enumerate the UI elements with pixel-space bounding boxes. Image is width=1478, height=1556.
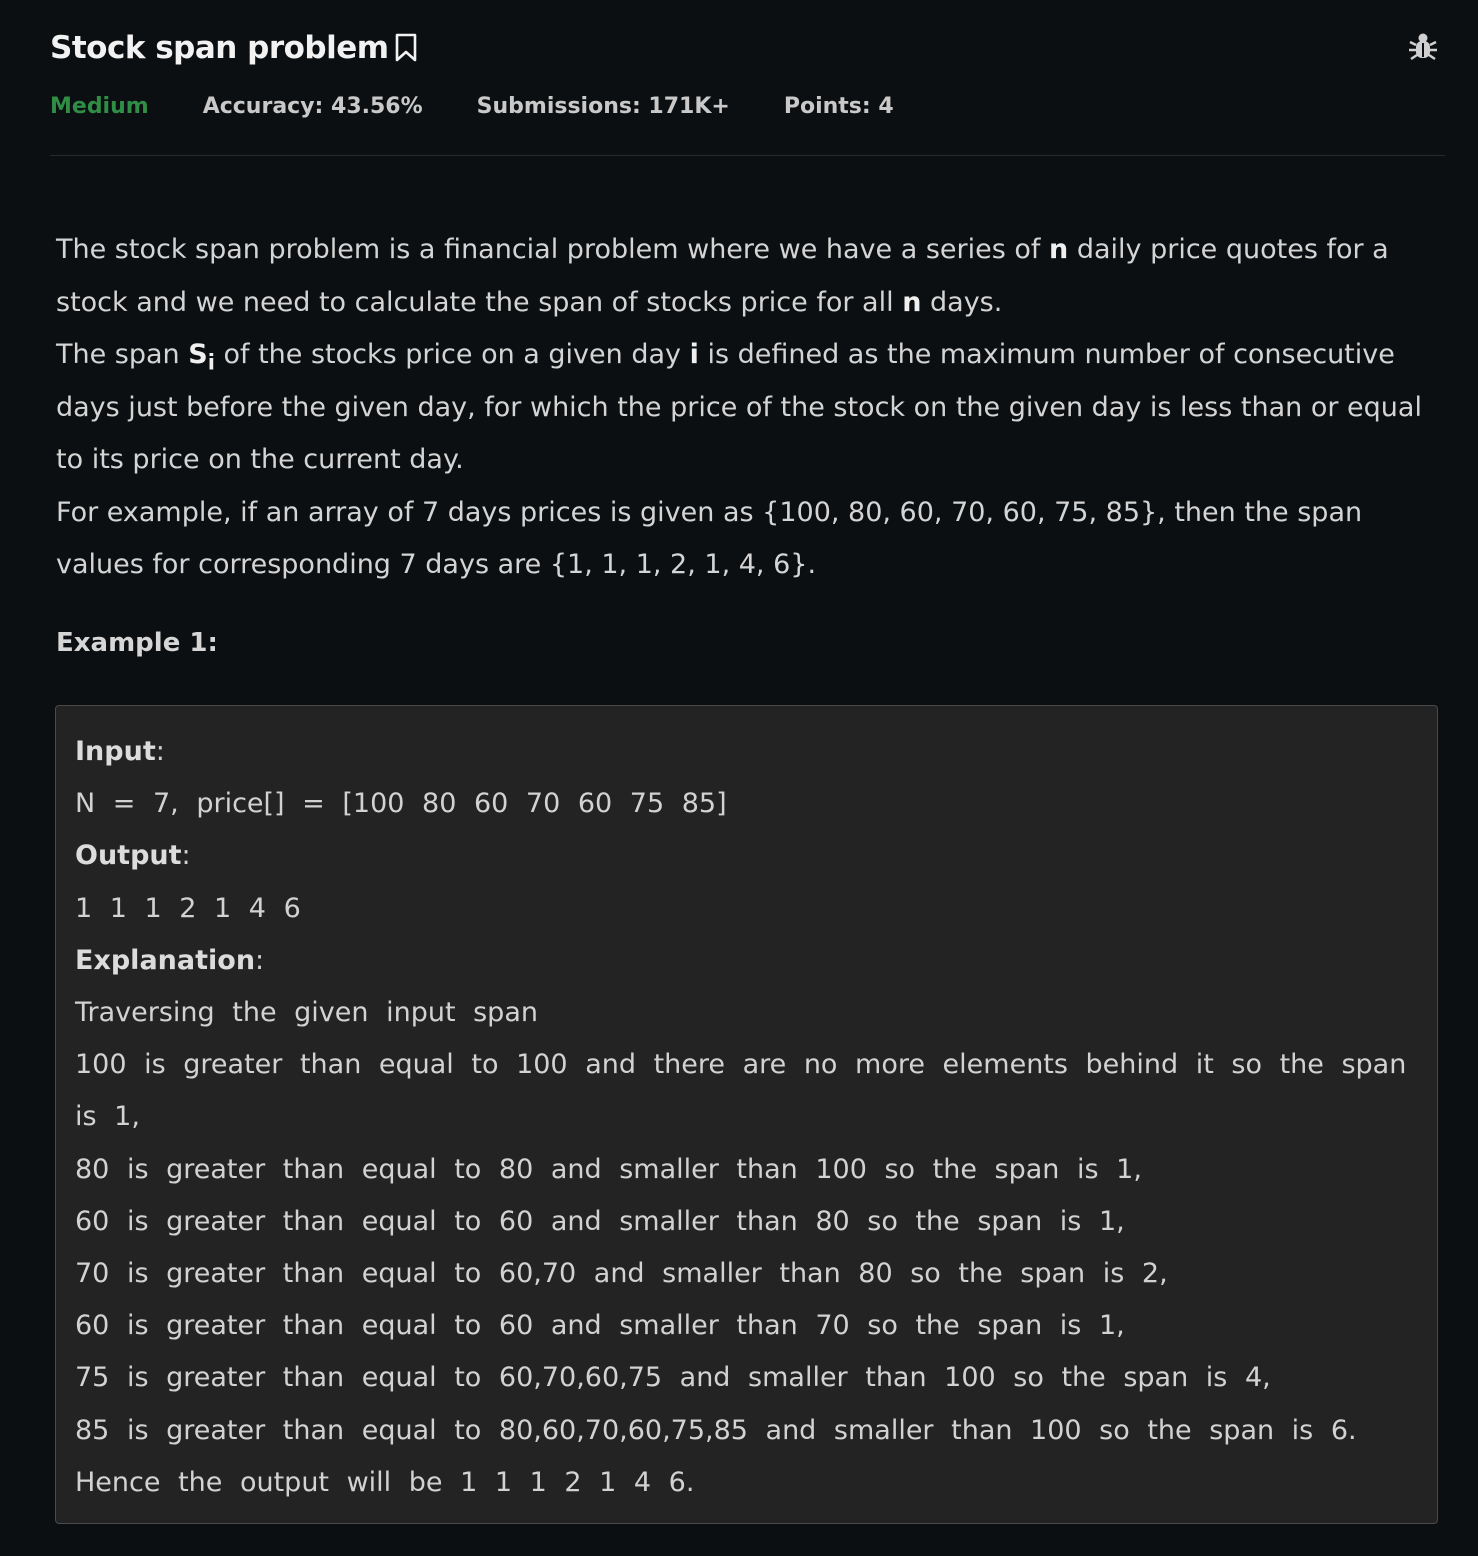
- input-heading: Input:: [75, 736, 165, 767]
- title-row: Stock span problem: [50, 22, 1445, 74]
- explanation-line: 85 is greater than equal to 80,60,70,60,…: [75, 1414, 1357, 1446]
- explanation-line: Hence the output will be 1 1 1 2 1 4 6.: [75, 1466, 695, 1498]
- problem-statement: The stock span problem is a financial pr…: [56, 224, 1436, 592]
- header-divider: [50, 155, 1445, 156]
- explanation-line: Traversing the given input span: [75, 997, 538, 1029]
- bug-icon[interactable]: [1407, 30, 1439, 62]
- explanation-line: 70 is greater than equal to 60,70 and sm…: [75, 1258, 1168, 1290]
- input-value: N = 7, price[] = [100 80 60 70 60 75 85]: [75, 788, 727, 820]
- difficulty-badge: Medium: [50, 94, 149, 119]
- example-box: Input: N = 7, price[] = [100 80 60 70 60…: [55, 705, 1438, 1524]
- explanation-line: 80 is greater than equal to 80 and small…: [75, 1153, 1142, 1185]
- explanation-line: 75 is greater than equal to 60,70,60,75 …: [75, 1362, 1271, 1394]
- points-stat: Points: 4: [783, 94, 894, 119]
- explanation-line: 100 is greater than equal to 100 and the…: [75, 1049, 1424, 1133]
- problem-meta: Medium Accuracy: 43.56% Submissions: 171…: [50, 94, 1445, 119]
- bookmark-icon[interactable]: [393, 33, 419, 63]
- statement-paragraph-2: The span Si of the stocks price on a giv…: [56, 339, 1422, 475]
- statement-paragraph-1: The stock span problem is a financial pr…: [56, 234, 1389, 318]
- problem-header: Stock span problem Medium Accuracy: 43.5…: [50, 22, 1445, 119]
- output-value: 1 1 1 2 1 4 6: [75, 892, 301, 924]
- explanation-line: 60 is greater than equal to 60 and small…: [75, 1205, 1125, 1237]
- submissions-stat: Submissions: 171K+: [476, 94, 730, 119]
- explanation-heading: Explanation:: [75, 944, 265, 976]
- problem-title: Stock span problem: [50, 30, 389, 66]
- explanation-line: 60 is greater than equal to 60 and small…: [75, 1310, 1125, 1342]
- example-title: Example 1:: [56, 628, 218, 658]
- accuracy-stat: Accuracy: 43.56%: [202, 94, 423, 119]
- statement-paragraph-3: For example, if an array of 7 days price…: [56, 496, 1363, 581]
- output-heading: Output:: [75, 840, 191, 872]
